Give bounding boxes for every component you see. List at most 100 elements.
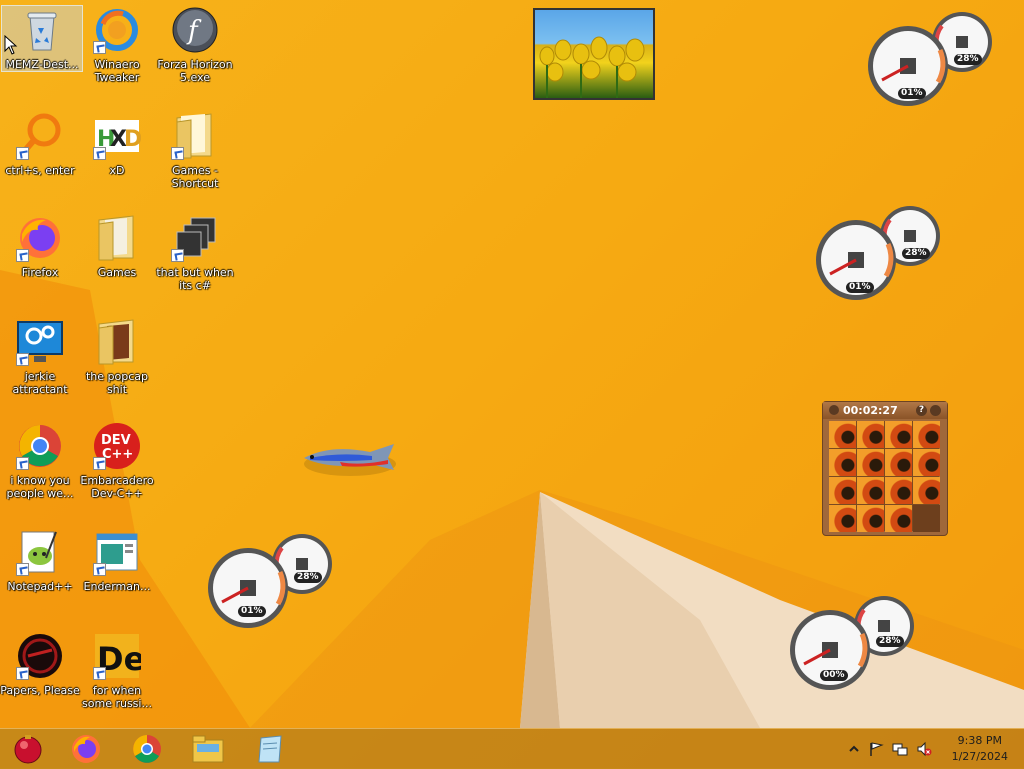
desktop-icon-csharp[interactable]: that but when its c# — [155, 214, 235, 292]
folder-icon — [171, 112, 219, 160]
taskbar-notepad[interactable] — [244, 731, 296, 767]
folder-icon — [93, 214, 141, 262]
action-center-flag-icon[interactable] — [868, 741, 884, 757]
puzzle-tile[interactable] — [885, 421, 912, 448]
back-arrow-icon[interactable] — [829, 405, 839, 415]
puzzle-empty-slot — [913, 505, 940, 532]
windows-stack-icon — [171, 214, 219, 262]
desktop-icon-forza[interactable]: f Forza Horizon 5.exe — [155, 6, 235, 84]
taskbar-file-explorer[interactable] — [182, 731, 234, 767]
shortcut-arrow-icon — [93, 667, 106, 680]
desktop-icon-devcpp[interactable]: DEV C++ Embarcadero Dev-C++ — [77, 422, 157, 500]
recycle-bin-icon — [18, 6, 66, 54]
puzzle-tile[interactable] — [913, 477, 940, 504]
volume-muted-icon[interactable] — [916, 741, 932, 757]
puzzle-titlebar: 00:02:27 ? — [823, 402, 947, 419]
puzzle-tile[interactable] — [885, 449, 912, 476]
memory-usage-readout: 28% — [954, 54, 982, 65]
notepad-icon — [258, 735, 282, 763]
network-icon[interactable] — [892, 741, 908, 757]
folder-icon — [93, 318, 141, 366]
shortcut-arrow-icon — [171, 249, 184, 262]
cpu-meter-gadget[interactable]: 01% 28% — [816, 206, 942, 306]
taskbar-firefox[interactable] — [60, 731, 112, 767]
desktop-icon-label: Notepad++ — [7, 580, 73, 593]
desktop-icon-enderman[interactable]: Enderman... — [77, 528, 157, 593]
cpu-meter-gadget[interactable]: 01% 28% — [868, 12, 994, 112]
puzzle-tile[interactable] — [857, 505, 884, 532]
notepad-plus-plus-icon — [16, 528, 64, 576]
flash-icon: f — [171, 6, 219, 54]
chrome-icon — [16, 422, 64, 470]
help-icon[interactable]: ? — [916, 405, 927, 416]
desktop-icon-papers-please[interactable]: Papers, Please — [0, 632, 80, 697]
puzzle-tile[interactable] — [885, 505, 912, 532]
desktop-icon-firefox[interactable]: Firefox — [0, 214, 80, 279]
desktop-icon-winaero[interactable]: Winaero Tweaker — [77, 6, 157, 84]
puzzle-tile[interactable] — [857, 449, 884, 476]
shortcut-arrow-icon — [171, 147, 184, 160]
cpu-usage-readout: 01% — [898, 88, 926, 99]
desktop-icon-label: Games — [97, 266, 137, 279]
puzzle-tile[interactable] — [913, 421, 940, 448]
desktop-icon-label: MEMZ-Dest... — [5, 58, 79, 71]
shortcut-arrow-icon — [16, 147, 29, 160]
picture-icon[interactable] — [930, 405, 941, 416]
desktop-icon-label: Winaero Tweaker — [94, 58, 140, 84]
clock-date: 1/27/2024 — [951, 750, 1008, 763]
desktop-icon-games-shortcut[interactable]: Games - Shortcut — [155, 112, 235, 190]
desktop-icon-xd[interactable]: HXD xD — [77, 112, 157, 177]
monitor-gears-icon — [16, 318, 64, 366]
cpu-meter-gadget[interactable]: 01% 28% — [208, 534, 334, 634]
winaero-tweaker-icon — [93, 6, 141, 54]
system-clock[interactable]: 9:38 PM 1/27/2024 — [952, 733, 1008, 765]
shortcut-arrow-icon — [16, 563, 29, 576]
cpu-usage-readout: 01% — [238, 606, 266, 617]
taskbar-chrome[interactable] — [121, 731, 173, 767]
slideshow-gadget[interactable] — [533, 8, 655, 100]
desktop-icon-label: that but when its c# — [156, 266, 234, 292]
desktop-icon-label: i know you people we... — [6, 474, 74, 500]
desktop-icon-ctrl-s[interactable]: ctrl+s, enter — [0, 112, 80, 177]
cpu-usage-readout: 01% — [846, 282, 874, 293]
shortcut-arrow-icon — [16, 457, 29, 470]
shortcut-arrow-icon — [93, 457, 106, 470]
puzzle-tile[interactable] — [829, 421, 856, 448]
desktop-icon-popcap[interactable]: the popcap shit — [77, 318, 157, 396]
puzzle-tile[interactable] — [885, 477, 912, 504]
desktop-icon-label: Firefox — [21, 266, 59, 279]
desktop-icon-games[interactable]: Games — [77, 214, 157, 279]
start-button[interactable] — [2, 731, 54, 767]
hxd-icon: HXD — [93, 112, 142, 160]
desktop-icon-label: ctrl+s, enter — [5, 164, 75, 177]
desktop-icon-label: Enderman... — [83, 580, 151, 593]
desktop-icon-label: Games - Shortcut — [171, 164, 219, 190]
shortcut-arrow-icon — [93, 563, 106, 576]
picture-puzzle-gadget[interactable]: 00:02:27 ? — [822, 401, 948, 536]
shortcut-arrow-icon — [16, 353, 29, 366]
mouse-cursor-icon — [4, 35, 18, 55]
puzzle-tile[interactable] — [913, 449, 940, 476]
desktop-icon-de[interactable]: De for when some russi... — [77, 632, 157, 710]
puzzle-tile[interactable] — [857, 421, 884, 448]
puzzle-tile[interactable] — [829, 505, 856, 532]
desktop-icon-notepadpp[interactable]: Notepad++ — [0, 528, 80, 593]
firefox-icon — [16, 214, 64, 262]
desktop-icon-label: xD — [109, 164, 125, 177]
desktop-icon-label: Forza Horizon 5.exe — [157, 58, 233, 84]
memory-usage-readout: 28% — [294, 572, 322, 583]
magnifier-icon — [16, 112, 64, 160]
cpu-meter-gadget[interactable]: 00% 28% — [790, 596, 916, 696]
desktop-icon-jerkie[interactable]: jerkie attractant — [0, 318, 80, 396]
tulip-photo — [539, 36, 645, 98]
puzzle-tile[interactable] — [857, 477, 884, 504]
papers-please-icon — [16, 632, 64, 680]
svg-text:DEV: DEV — [101, 433, 131, 448]
puzzle-tile[interactable] — [829, 449, 856, 476]
puzzle-tile[interactable] — [829, 477, 856, 504]
show-hidden-icons-icon[interactable] — [846, 741, 862, 757]
shortcut-arrow-icon — [16, 249, 29, 262]
desktop-icon-chrome[interactable]: i know you people we... — [0, 422, 80, 500]
memory-usage-readout: 28% — [902, 248, 930, 259]
memory-usage-readout: 28% — [876, 636, 904, 647]
